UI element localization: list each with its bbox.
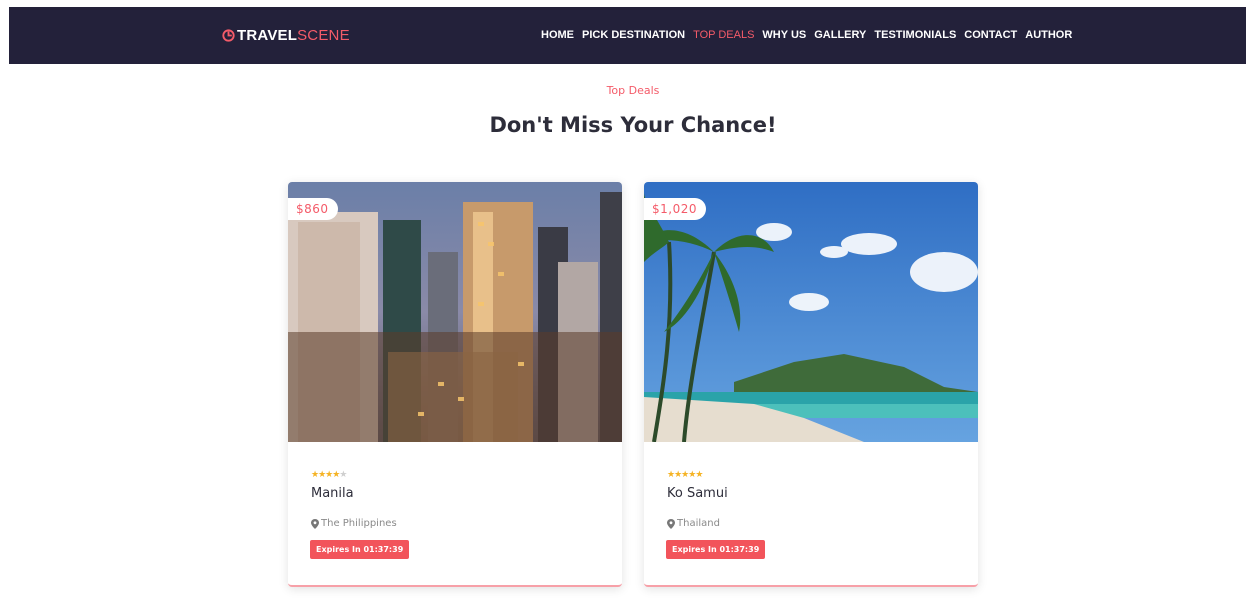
deal-country: Thailand [677,518,720,529]
rating-stars: ★ ★ ★ ★ ★ [667,470,703,480]
nav-link-author[interactable]: AUTHOR [1025,29,1072,41]
star-empty-icon: ★ [339,470,347,480]
map-pin-icon [311,518,319,529]
deal-location: Thailand [667,518,720,529]
main-nav: HOME PICK DESTINATION TOP DEALS WHY US G… [541,29,1072,41]
star-icon: ★ [695,470,703,480]
logo-text: TRAVEL [237,27,298,44]
star-icon: ★ [332,470,340,480]
star-icon: ★ [674,470,682,480]
deal-image-ko-samui [644,182,978,442]
expires-badge: Expires In 01:37:39 [666,540,766,559]
nav-link-contact[interactable]: CONTACT [964,29,1017,41]
logo-accent-text: SCENE [297,27,350,44]
deal-city[interactable]: Manila [311,486,354,501]
section-eyebrow: Top Deals [606,84,660,97]
map-pin-icon [667,518,675,529]
star-icon: ★ [318,470,326,480]
deal-price: $1,020 [644,198,706,220]
star-icon: ★ [311,470,319,480]
star-icon: ★ [688,470,696,480]
deal-card-ko-samui[interactable]: $1,020 ★ ★ ★ ★ ★ Ko Samui Thailand Expir… [644,182,978,587]
star-icon: ★ [325,470,333,480]
deal-image-manila [288,182,622,442]
nav-link-pick-destination[interactable]: PICK DESTINATION [582,29,685,41]
deal-price: $860 [288,198,338,220]
deal-card-manila[interactable]: $860 ★ ★ ★ ★ ★ Manila The Philippines Ex… [288,182,622,587]
rating-stars: ★ ★ ★ ★ ★ [311,470,347,480]
deal-country: The Philippines [321,518,397,529]
section-title: Don't Miss Your Chance! [489,113,777,137]
deal-location: The Philippines [311,518,397,529]
nav-link-why-us[interactable]: WHY US [762,29,806,41]
nav-link-home[interactable]: HOME [541,29,574,41]
top-navbar: TRAVEL SCENE HOME PICK DESTINATION TOP DE… [9,7,1246,64]
target-icon [222,29,235,42]
expires-badge: Expires In 01:37:39 [310,540,410,559]
nav-link-testimonials[interactable]: TESTIMONIALS [874,29,956,41]
nav-link-top-deals[interactable]: TOP DEALS [693,29,754,41]
nav-link-gallery[interactable]: GALLERY [814,29,866,41]
site-logo[interactable]: TRAVEL SCENE [222,27,350,44]
deal-city[interactable]: Ko Samui [667,486,728,501]
star-icon: ★ [667,470,675,480]
star-icon: ★ [681,470,689,480]
